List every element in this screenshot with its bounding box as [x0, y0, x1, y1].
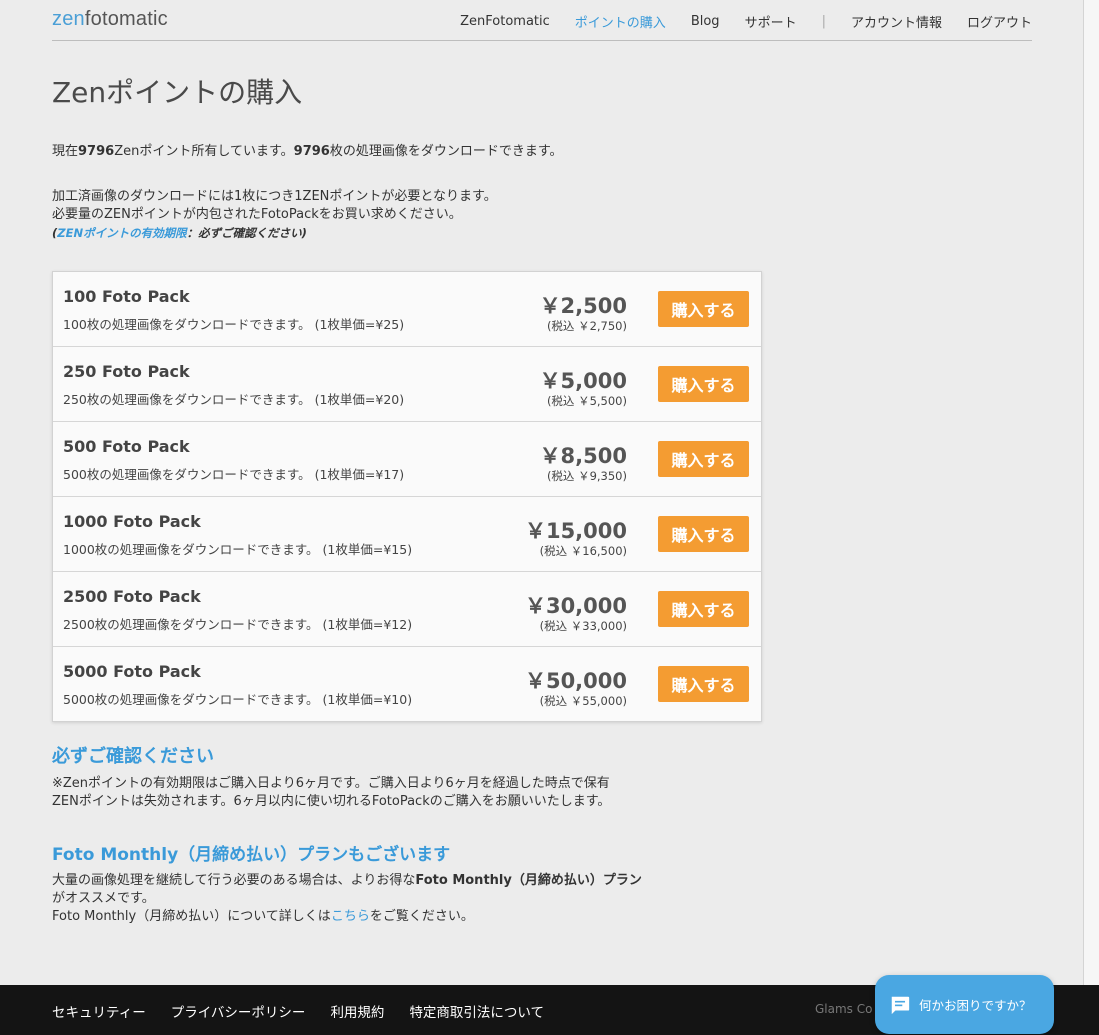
points-info: 加工済画像のダウンロードには1枚につき1ZENポイントが必要となります。 必要量… [52, 188, 497, 242]
chat-support-button[interactable]: 何かお困りですか？ [875, 975, 1054, 1034]
pack-name: 5000 Foto Pack [63, 662, 201, 681]
nav-logout[interactable]: ログアウト [967, 12, 1032, 31]
pack-name: 1000 Foto Pack [63, 512, 201, 531]
footer-links: セキュリティー プライバシーポリシー 利用規約 特定商取引法について [52, 1001, 569, 1021]
buy-button-2500[interactable]: 購入する [658, 591, 749, 627]
points-count: 9796 [78, 144, 115, 159]
images-count: 9796 [293, 144, 330, 159]
pack-row-1000: 1000 Foto Pack 1000枚の処理画像をダウンロードできます。 (1… [53, 497, 761, 572]
pack-row-250: 250 Foto Pack 250枚の処理画像をダウンロードできます。 (1枚単… [53, 347, 761, 422]
pack-price: ￥30,000 [524, 594, 627, 618]
info-line-2: 必要量のZENポイントが内包されたFotoPackをお買い求めください。 [52, 207, 462, 222]
foto-pack-list: 100 Foto Pack 100枚の処理画像をダウンロードできます。 (1枚単… [52, 271, 762, 722]
pack-name: 2500 Foto Pack [63, 587, 201, 606]
footer-link-security[interactable]: セキュリティー [52, 1001, 146, 1021]
pack-price-tax: (税込 ￥55,000) [539, 694, 627, 708]
buy-button-500[interactable]: 購入する [658, 441, 749, 477]
pack-price: ￥5,000 [539, 369, 627, 393]
monthly-plan-link[interactable]: こちら [331, 909, 370, 924]
pack-price: ￥50,000 [524, 669, 627, 693]
nav-support[interactable]: サポート [745, 12, 797, 31]
info-line-1: 加工済画像のダウンロードには1枚につき1ZENポイントが必要となります。 [52, 189, 497, 204]
page-title: Zenポイントの購入 [52, 76, 303, 109]
pack-row-2500: 2500 Foto Pack 2500枚の処理画像をダウンロードできます。 (1… [53, 572, 761, 647]
nav-buy-points[interactable]: ポイントの購入 [575, 12, 666, 31]
expiry-note: (ZENポイントの有効期限：必ずご確認ください) [52, 226, 307, 240]
nav-account[interactable]: アカウント情報 [851, 12, 942, 31]
nav-zenfotomatic[interactable]: ZenFotomatic [460, 14, 550, 29]
pack-row-5000: 5000 Foto Pack 5000枚の処理画像をダウンロードできます。 (1… [53, 647, 761, 721]
confirm-text: ※Zenポイントの有効期限はご購入日より6ヶ月です。ご購入日より6ヶ月を経過した… [52, 776, 611, 809]
buy-button-250[interactable]: 購入する [658, 366, 749, 402]
main-nav: ZenFotomatic ポイントの購入 Blog サポート | アカウント情報… [435, 12, 1032, 31]
pack-description: 100枚の処理画像をダウンロードできます。 (1枚単価=¥25) [63, 317, 405, 332]
pack-description: 1000枚の処理画像をダウンロードできます。 (1枚単価=¥15) [63, 542, 413, 557]
pack-description: 500枚の処理画像をダウンロードできます。 (1枚単価=¥17) [63, 467, 405, 482]
pack-price-tax: (税込 ￥16,500) [539, 544, 627, 558]
buy-button-5000[interactable]: 購入する [658, 666, 749, 702]
pack-description: 2500枚の処理画像をダウンロードできます。 (1枚単価=¥12) [63, 617, 413, 632]
pack-row-100: 100 Foto Pack 100枚の処理画像をダウンロードできます。 (1枚単… [53, 272, 761, 347]
expiry-link[interactable]: ZENポイントの有効期限 [57, 226, 186, 240]
monthly-plan-heading: Foto Monthly（月締め払い）プランもございます [52, 845, 451, 865]
pack-name: 100 Foto Pack [63, 287, 190, 306]
footer-link-commerce-law[interactable]: 特定商取引法について [409, 1001, 544, 1021]
pack-price: ￥2,500 [539, 294, 627, 318]
buy-button-100[interactable]: 購入する [658, 291, 749, 327]
nav-separator: | [821, 14, 826, 29]
pack-name: 250 Foto Pack [63, 362, 190, 381]
points-summary: 現在9796Zenポイント所有しています。9796枚の処理画像をダウンロードでき… [52, 144, 563, 159]
footer-copyright: Glams Co [815, 1002, 873, 1016]
page-scrollbar[interactable] [1083, 0, 1099, 985]
site-logo[interactable]: zenfotomatic [52, 8, 168, 31]
confirm-heading: 必ずご確認ください [52, 746, 214, 767]
buy-button-1000[interactable]: 購入する [658, 516, 749, 552]
pack-description: 250枚の処理画像をダウンロードできます。 (1枚単価=¥20) [63, 392, 405, 407]
chat-bubble-icon [891, 996, 910, 1014]
pack-price-tax: (税込 ￥9,350) [546, 469, 627, 483]
pack-price-tax: (税込 ￥33,000) [539, 619, 627, 633]
pack-price: ￥8,500 [539, 444, 627, 468]
pack-name: 500 Foto Pack [63, 437, 190, 456]
pack-description: 5000枚の処理画像をダウンロードできます。 (1枚単価=¥10) [63, 692, 413, 707]
chat-label: 何かお困りですか？ [919, 998, 1032, 1013]
nav-blog[interactable]: Blog [691, 14, 720, 29]
footer-link-terms[interactable]: 利用規約 [330, 1001, 384, 1021]
monthly-plan-text: 大量の画像処理を継続して行う必要のある場合は、よりお得なFoto Monthly… [52, 873, 642, 924]
pack-price-tax: (税込 ￥2,750) [546, 319, 627, 333]
pack-row-500: 500 Foto Pack 500枚の処理画像をダウンロードできます。 (1枚単… [53, 422, 761, 497]
pack-price-tax: (税込 ￥5,500) [546, 394, 627, 408]
pack-price: ￥15,000 [524, 519, 627, 543]
footer-link-privacy[interactable]: プライバシーポリシー [171, 1001, 306, 1021]
site-header: zenfotomatic ZenFotomatic ポイントの購入 Blog サ… [52, 0, 1032, 41]
